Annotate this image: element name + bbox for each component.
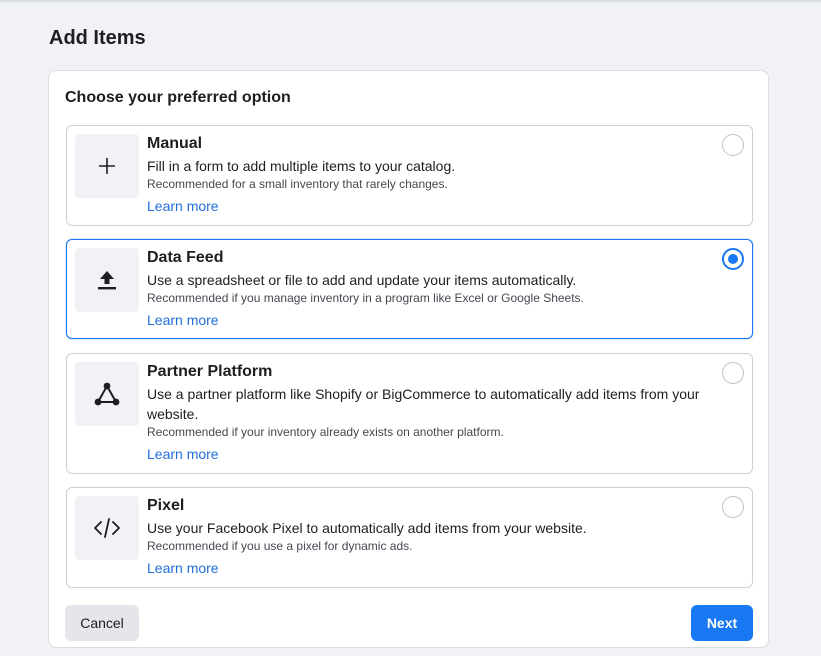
option-description: Use a spreadsheet or file to add and upd… (147, 272, 577, 288)
option-recommendation: Recommended if your inventory already ex… (147, 425, 504, 439)
learn-more-link[interactable]: Learn more (147, 444, 219, 464)
option-title: Partner Platform (147, 363, 273, 380)
next-button[interactable]: Next (691, 605, 753, 641)
page-title: Add Items (49, 27, 146, 49)
option-data-feed-text: Data Feed Use a spreadsheet or file to a… (147, 248, 712, 330)
option-title: Pixel (147, 497, 185, 514)
code-icon (75, 496, 139, 560)
option-manual[interactable]: Manual Fill in a form to add multiple it… (66, 125, 753, 226)
option-title: Manual (147, 135, 203, 152)
option-partner-platform[interactable]: Partner Platform Use a partner platform … (66, 353, 753, 474)
radio-pixel[interactable] (722, 496, 744, 518)
cancel-button[interactable]: Cancel (65, 605, 139, 641)
learn-more-link[interactable]: Learn more (147, 310, 219, 330)
option-pixel-text: Pixel Use your Facebook Pixel to automat… (147, 496, 712, 578)
network-icon (75, 362, 139, 426)
learn-more-link[interactable]: Learn more (147, 196, 219, 216)
option-manual-text: Manual Fill in a form to add multiple it… (147, 134, 712, 216)
option-description: Fill in a form to add multiple items to … (147, 158, 456, 174)
option-pixel[interactable]: Pixel Use your Facebook Pixel to automat… (66, 487, 753, 588)
option-recommendation: Recommended if you use a pixel for dynam… (147, 539, 413, 553)
option-title: Data Feed (147, 249, 224, 266)
card-heading: Choose your preferred option (65, 89, 291, 106)
learn-more-link[interactable]: Learn more (147, 558, 219, 578)
option-recommendation: Recommended for a small inventory that r… (147, 177, 448, 191)
option-partner-platform-text: Partner Platform Use a partner platform … (147, 362, 712, 464)
radio-partner-platform[interactable] (722, 362, 744, 384)
radio-data-feed[interactable] (722, 248, 744, 270)
options-card: Choose your preferred option Manual Fill… (48, 70, 769, 648)
upload-icon (75, 248, 139, 312)
option-data-feed[interactable]: Data Feed Use a spreadsheet or file to a… (66, 239, 753, 339)
plus-icon (75, 134, 139, 198)
option-recommendation: Recommended if you manage inventory in a… (147, 291, 584, 305)
top-divider (0, 0, 821, 2)
option-description: Use a partner platform like Shopify or B… (147, 386, 700, 422)
option-description: Use your Facebook Pixel to automatically… (147, 520, 587, 536)
radio-manual[interactable] (722, 134, 744, 156)
